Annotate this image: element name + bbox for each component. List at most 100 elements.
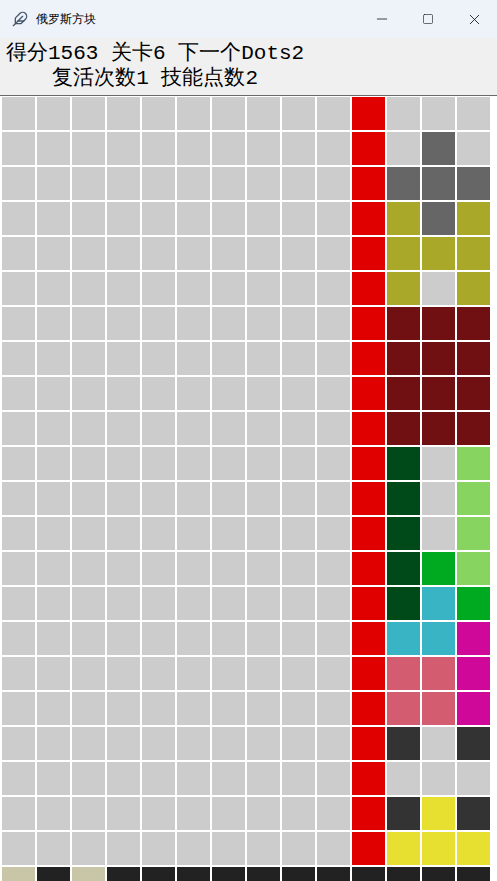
board-cell: [72, 762, 105, 795]
board-cell: [2, 97, 35, 130]
board-cell: [387, 727, 420, 760]
board-cell: [177, 657, 210, 690]
board-cell: [247, 167, 280, 200]
board-cell: [387, 832, 420, 865]
board-cell: [352, 237, 385, 270]
board-cell: [212, 552, 245, 585]
board-cell: [247, 412, 280, 445]
board-cell: [177, 762, 210, 795]
board-cell: [457, 622, 490, 655]
board-cell: [387, 342, 420, 375]
status-text: 得分1563 关卡6 下一个Dots2复活次数1 技能点数2: [6, 41, 304, 91]
board-cell: [282, 832, 315, 865]
board-cell: [107, 552, 140, 585]
board-cell: [352, 377, 385, 410]
board-cell: [107, 167, 140, 200]
board-cell: [142, 797, 175, 830]
board-cell: [282, 797, 315, 830]
board-cell: [142, 622, 175, 655]
board-cell: [2, 167, 35, 200]
board-cell: [317, 132, 350, 165]
board-cell: [247, 552, 280, 585]
board-cell: [2, 832, 35, 865]
board-cell: [72, 867, 105, 881]
board-cell: [212, 237, 245, 270]
board-cell: [37, 307, 70, 340]
board-cell: [72, 832, 105, 865]
board-cell: [247, 202, 280, 235]
board-cell: [457, 867, 490, 881]
board-cell: [352, 447, 385, 480]
board-cell: [72, 797, 105, 830]
board-cell: [72, 167, 105, 200]
board-cell: [422, 202, 455, 235]
board-cell: [107, 622, 140, 655]
board-cell: [37, 867, 70, 881]
board-cell: [72, 202, 105, 235]
board-cell: [352, 342, 385, 375]
board-cell: [352, 797, 385, 830]
board-cell: [352, 832, 385, 865]
board-cell: [212, 622, 245, 655]
board-cell: [457, 97, 490, 130]
status-line: 复活次数1 技能点数2: [52, 66, 258, 91]
board-cell: [282, 447, 315, 480]
close-icon: [466, 11, 483, 28]
board-cell: [317, 517, 350, 550]
board-cell: [212, 727, 245, 760]
minimize-button[interactable]: [359, 0, 405, 38]
board-cell: [177, 482, 210, 515]
board-cell: [2, 657, 35, 690]
maximize-button[interactable]: [405, 0, 451, 38]
board-cell: [247, 272, 280, 305]
board-cell: [142, 167, 175, 200]
window-title: 俄罗斯方块: [36, 11, 359, 28]
board-cell: [422, 587, 455, 620]
board-cell: [72, 237, 105, 270]
board-cell: [317, 202, 350, 235]
board-cell: [457, 272, 490, 305]
board-cell: [352, 97, 385, 130]
board-cell: [352, 412, 385, 445]
board-cell: [107, 237, 140, 270]
board-cell: [37, 342, 70, 375]
board-cell: [247, 762, 280, 795]
board-cell: [2, 867, 35, 881]
board-cell: [422, 657, 455, 690]
board-cell: [317, 552, 350, 585]
board-cell: [457, 692, 490, 725]
board-cell: [212, 657, 245, 690]
board-cell: [352, 307, 385, 340]
board-cell: [317, 307, 350, 340]
board-cell: [317, 762, 350, 795]
board-cell: [72, 132, 105, 165]
board-cell: [72, 412, 105, 445]
board-cell: [387, 132, 420, 165]
board-cell: [387, 762, 420, 795]
board-cell: [2, 797, 35, 830]
board-cell: [422, 167, 455, 200]
board-cell: [142, 307, 175, 340]
board-cell: [212, 307, 245, 340]
board-cell: [37, 587, 70, 620]
board-cell: [72, 692, 105, 725]
board-cell: [177, 167, 210, 200]
board-cell: [37, 272, 70, 305]
status-line: 得分1563 关卡6 下一个Dots2: [6, 41, 304, 66]
board-cell: [422, 552, 455, 585]
board-cell: [212, 377, 245, 410]
board-cell: [317, 167, 350, 200]
board-cell: [177, 832, 210, 865]
board-cell: [282, 587, 315, 620]
board-cell: [352, 867, 385, 881]
board-cell: [457, 237, 490, 270]
board-cell: [457, 832, 490, 865]
board-cell: [457, 132, 490, 165]
board-cell: [37, 482, 70, 515]
close-button[interactable]: [451, 0, 497, 38]
board-cell: [142, 692, 175, 725]
board-cell: [2, 587, 35, 620]
board-cell: [282, 762, 315, 795]
board-cell: [387, 447, 420, 480]
board-cell: [177, 307, 210, 340]
